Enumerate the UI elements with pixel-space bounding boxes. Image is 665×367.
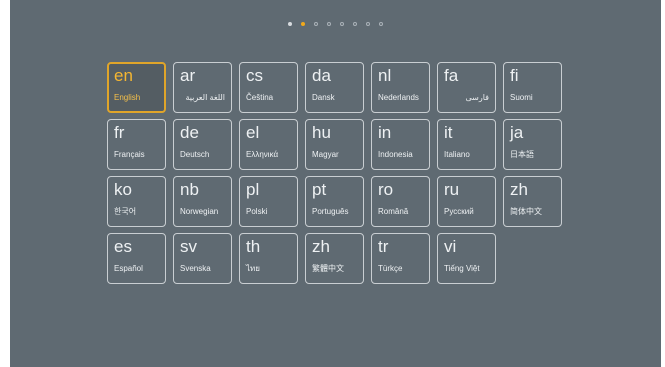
language-native-name: Español: [114, 264, 143, 273]
language-code: cs: [246, 66, 263, 85]
language-selection-screen: en English ar اللغة العربية cs Čeština da Dansk…: [10, 0, 661, 367]
language-code: da: [312, 66, 331, 85]
language-code: tr: [378, 237, 389, 256]
language-native-name: Português: [312, 207, 349, 216]
page-dot[interactable]: [340, 22, 344, 26]
page-indicator: [10, 22, 661, 26]
language-tile-ar[interactable]: ar اللغة العربية: [173, 62, 232, 113]
language-code: sv: [180, 237, 197, 256]
page-dot-active[interactable]: [301, 22, 305, 26]
language-native-name: Dansk: [312, 93, 335, 102]
language-tile-in[interactable]: in Indonesia: [371, 119, 430, 170]
language-native-name: Svenska: [180, 264, 211, 273]
language-native-name: Română: [378, 207, 409, 216]
language-tile-cs[interactable]: cs Čeština: [239, 62, 298, 113]
language-native-name: Magyar: [312, 150, 339, 159]
language-code: fr: [114, 123, 125, 142]
language-code: it: [444, 123, 453, 142]
language-native-name: Tiếng Việt: [444, 264, 480, 273]
language-native-name: Deutsch: [180, 150, 210, 159]
language-tile-hu[interactable]: hu Magyar: [305, 119, 364, 170]
language-tile-el[interactable]: el Ελληνικά: [239, 119, 298, 170]
language-tile-nl[interactable]: nl Nederlands: [371, 62, 430, 113]
page-dot[interactable]: [314, 22, 318, 26]
language-native-name: Türkçe: [378, 264, 403, 273]
language-tile-pl[interactable]: pl Polski: [239, 176, 298, 227]
page-dot[interactable]: [288, 22, 292, 26]
language-tile-ko[interactable]: ko 한국어: [107, 176, 166, 227]
language-tile-fr[interactable]: fr Français: [107, 119, 166, 170]
language-tile-zh[interactable]: zh 简体中文: [503, 176, 562, 227]
language-tile-en-selected[interactable]: en English: [107, 62, 166, 113]
language-code: ru: [444, 180, 460, 199]
language-code: en: [114, 66, 133, 85]
language-code: ja: [510, 123, 524, 142]
language-native-name: Čeština: [246, 93, 274, 102]
language-code: vi: [444, 237, 457, 256]
language-native-name: English: [114, 93, 141, 102]
language-native-name: اللغة العربية: [185, 93, 225, 102]
language-native-name: Français: [114, 150, 145, 159]
language-code: de: [180, 123, 199, 142]
page-dot[interactable]: [379, 22, 383, 26]
language-tile-da[interactable]: da Dansk: [305, 62, 364, 113]
language-tile-es[interactable]: es Español: [107, 233, 166, 284]
language-tile-vi[interactable]: vi Tiếng Việt: [437, 233, 496, 284]
language-native-name: Norwegian: [180, 207, 219, 216]
language-native-name: 日本語: [510, 150, 534, 159]
language-code: pt: [312, 180, 327, 199]
language-code: in: [378, 123, 392, 142]
language-native-name: 한국어: [114, 207, 137, 216]
language-native-name: Русский: [444, 207, 474, 216]
language-code: nl: [378, 66, 392, 85]
language-code: th: [246, 237, 261, 256]
page-dot[interactable]: [366, 22, 370, 26]
language-code: fi: [510, 66, 519, 85]
language-tile-it[interactable]: it Italiano: [437, 119, 496, 170]
language-native-name: ไทย: [246, 264, 260, 273]
language-tile-ro[interactable]: ro Română: [371, 176, 430, 227]
language-native-name: 简体中文: [510, 207, 542, 216]
language-code: fa: [444, 66, 459, 85]
language-code: ar: [180, 66, 196, 85]
language-tile-tr[interactable]: tr Türkçe: [371, 233, 430, 284]
language-tile-ru[interactable]: ru Русский: [437, 176, 496, 227]
language-code: zh: [312, 237, 330, 256]
language-code: es: [114, 237, 132, 256]
language-native-name: فارسی: [465, 93, 490, 102]
language-tile-pt[interactable]: pt Português: [305, 176, 364, 227]
language-code: pl: [246, 180, 260, 199]
language-code: nb: [180, 180, 199, 199]
language-tile-zh[interactable]: zh 繁體中文: [305, 233, 364, 284]
language-code: hu: [312, 123, 331, 142]
language-tile-nb[interactable]: nb Norwegian: [173, 176, 232, 227]
language-tile-ja[interactable]: ja 日本語: [503, 119, 562, 170]
language-native-name: Indonesia: [378, 150, 413, 159]
language-tile-th[interactable]: th ไทย: [239, 233, 298, 284]
language-code: zh: [510, 180, 528, 199]
language-tile-de[interactable]: de Deutsch: [173, 119, 232, 170]
language-native-name: Polski: [246, 207, 268, 216]
language-tile-sv[interactable]: sv Svenska: [173, 233, 232, 284]
language-tile-fi[interactable]: fi Suomi: [503, 62, 562, 113]
language-native-name: Italiano: [444, 150, 470, 159]
language-native-name: Ελληνικά: [246, 150, 279, 159]
language-native-name: 繁體中文: [312, 264, 344, 273]
language-grid: en English ar اللغة العربية cs Čeština da Dansk…: [107, 62, 562, 284]
language-native-name: Suomi: [510, 93, 533, 102]
language-code: el: [246, 123, 260, 142]
language-code: ko: [114, 180, 132, 199]
language-native-name: Nederlands: [378, 93, 419, 102]
language-code: ro: [378, 180, 394, 199]
language-tile-fa[interactable]: fa فارسی: [437, 62, 496, 113]
page-dot[interactable]: [353, 22, 357, 26]
page-dot[interactable]: [327, 22, 331, 26]
